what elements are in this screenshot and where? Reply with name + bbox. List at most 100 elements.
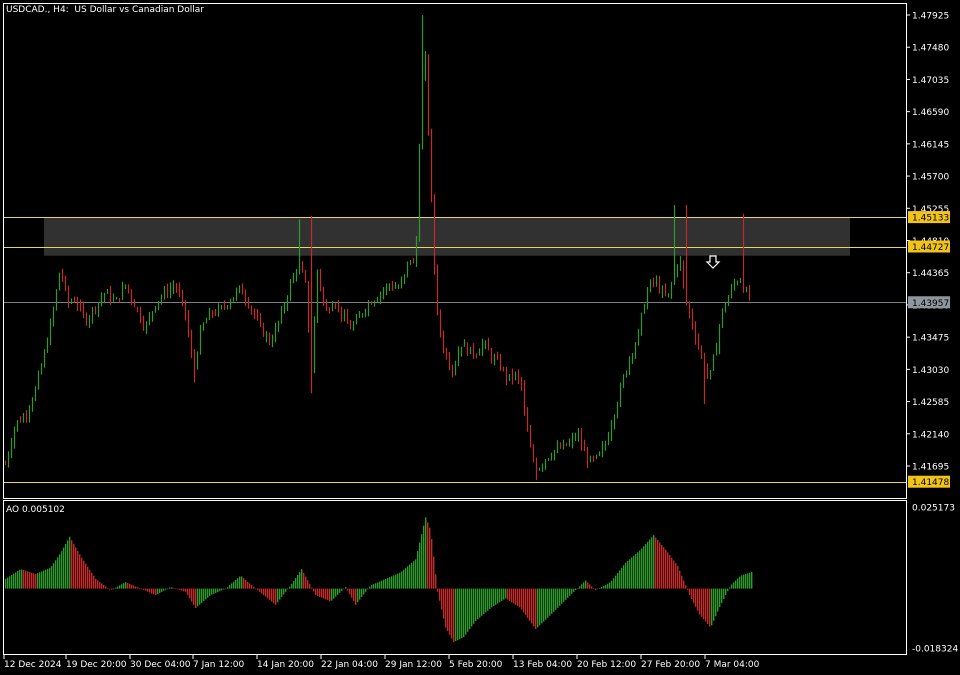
ao-bar — [325, 588, 327, 600]
ao-bar — [121, 584, 123, 589]
ao-bar — [591, 586, 593, 589]
ao-bar — [155, 588, 157, 596]
ao-bar — [689, 588, 691, 596]
ao-bar — [141, 588, 143, 590]
ao-bar — [217, 588, 219, 593]
ao-bar — [139, 588, 141, 589]
ao-bar — [607, 583, 609, 589]
ao-bar — [427, 522, 429, 589]
ao-bar — [97, 580, 99, 589]
ao-bar — [171, 587, 173, 589]
chart-canvas: 1.47925 1.47480 1.47035 1.46590 1.46145 1.457… — [0, 0, 960, 675]
price-tick-label: 1.42585 — [912, 398, 949, 408]
ao-bar — [627, 560, 629, 589]
ao-bar — [199, 588, 201, 605]
ao-bar — [307, 580, 309, 589]
ao-bar — [153, 588, 155, 595]
ao-bar — [51, 566, 53, 589]
ao-bar — [147, 588, 149, 592]
ao-bar — [611, 580, 613, 589]
ao-bar — [375, 583, 377, 589]
ao-bar — [369, 586, 371, 589]
ao-bar — [735, 580, 737, 589]
ao-bar — [71, 540, 73, 589]
ao-bar — [365, 588, 367, 592]
ao-bar — [631, 557, 633, 589]
ao-bar — [27, 571, 29, 589]
ao-bar — [345, 586, 347, 589]
ao-bar — [467, 588, 469, 632]
ao-bar — [55, 560, 57, 589]
ao-bar — [477, 588, 479, 620]
ao-bar — [653, 535, 655, 589]
ao-bar — [243, 578, 245, 589]
ao-bar — [545, 588, 547, 620]
ao-bar — [63, 547, 65, 589]
ao-bar — [701, 588, 703, 617]
ao-bar — [65, 543, 67, 589]
ao-bar — [187, 588, 189, 596]
ao-bar — [603, 585, 605, 589]
ao-bar — [617, 573, 619, 589]
ao-bar — [131, 584, 133, 589]
price-tick-label: 1.45700 — [912, 173, 949, 183]
ao-bar — [101, 583, 103, 589]
ao-bar — [205, 588, 207, 600]
ao-bar — [577, 588, 579, 589]
ao-bar — [189, 588, 191, 599]
ao-bar — [529, 588, 531, 621]
ao-bar — [457, 588, 459, 641]
ao-bar — [173, 587, 175, 589]
ao-bar — [251, 585, 253, 589]
ao-bar — [571, 588, 573, 594]
ao-bar — [509, 588, 511, 601]
ao-bar — [557, 588, 559, 608]
ao-bar — [587, 582, 589, 589]
ao-bar — [259, 588, 261, 592]
ao-bar — [657, 539, 659, 589]
ao-bar — [231, 583, 233, 589]
support-tag: 1.41478 — [908, 475, 950, 488]
ao-bar — [19, 569, 21, 589]
ao-bar — [519, 588, 521, 608]
ao-bar — [703, 588, 705, 620]
ao-bar — [315, 588, 317, 596]
ao-bar — [539, 588, 541, 626]
ao-bar — [61, 551, 63, 589]
ao-bar — [517, 588, 519, 607]
ao-bar — [447, 588, 449, 632]
ao-bar — [241, 576, 243, 589]
ao-bar — [143, 588, 145, 590]
ao-bar — [595, 588, 597, 591]
ao-bar — [269, 588, 271, 600]
time-label: 5 Feb 20:00 — [449, 660, 503, 670]
ao-bar — [69, 536, 71, 589]
ao-bar — [605, 584, 607, 589]
ao-bar — [745, 574, 747, 589]
current-price-tag: 1.43957 — [908, 296, 950, 309]
ao-bar — [601, 586, 603, 589]
ao-bar — [167, 588, 169, 590]
ao-bar — [579, 586, 581, 589]
ao-bar — [679, 570, 681, 589]
ao-bar — [25, 570, 27, 589]
ao-bar — [355, 588, 357, 605]
ao-bar — [219, 588, 221, 592]
ao-bar — [559, 588, 561, 606]
ao-bar — [207, 588, 209, 598]
ao-bar — [409, 564, 411, 589]
ao-bar — [179, 588, 181, 590]
ao-bar — [687, 588, 689, 591]
ao-bar — [341, 588, 343, 591]
ao-bar — [423, 525, 425, 589]
ao-bar — [419, 542, 421, 589]
ao-bar — [523, 588, 525, 613]
ao-bar — [449, 588, 451, 635]
ao-bar — [495, 588, 497, 605]
ao-bar — [85, 563, 87, 589]
ao-bar — [437, 588, 439, 592]
time-label: 13 Feb 04:00 — [513, 660, 572, 670]
ao-bar — [247, 581, 249, 589]
ao-bar — [725, 588, 727, 596]
ao-bar — [521, 588, 523, 610]
